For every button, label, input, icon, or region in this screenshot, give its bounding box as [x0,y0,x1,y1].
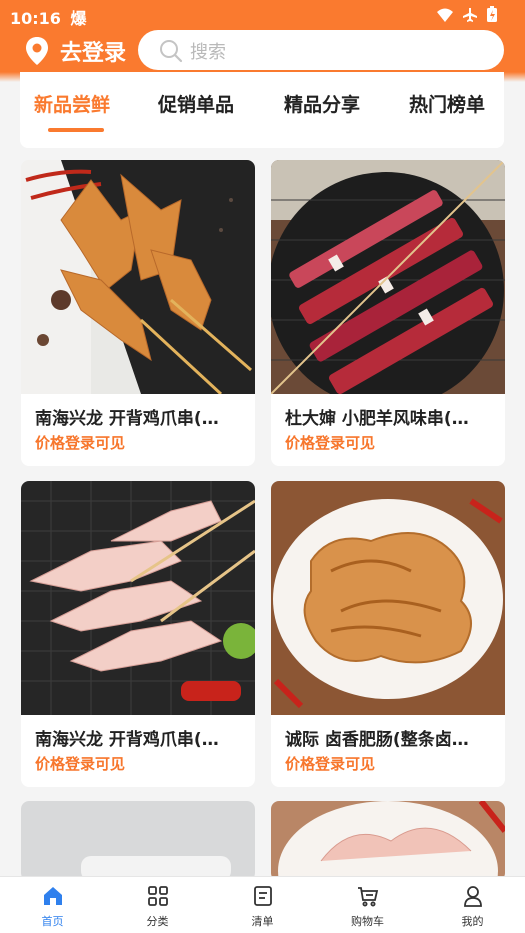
cart-icon [357,885,379,907]
nav-category[interactable]: 分类 [105,877,210,933]
home-icon [42,885,64,907]
search-input[interactable]: 搜索 [138,30,504,70]
product-title: 诚际 卤香肥肠(整条卤… [285,730,469,750]
location-pin-icon[interactable] [24,36,50,66]
nav-cart-label: 购物车 [351,915,384,928]
product-card[interactable]: 杜大婶 小肥羊风味串(… 价格登录可见 [271,160,505,466]
status-time-text: 10:16 [10,9,61,28]
product-image-lamb-skewers[interactable] [271,160,505,394]
product-title: 杜大婶 小肥羊风味串(… [285,409,469,429]
product-price: 价格登录可见 [285,755,376,773]
category-tabs: 新品尝鲜 促销单品 精品分享 热门榜单 [20,72,504,148]
product-image-chicken-feet-raw[interactable] [21,481,255,715]
tab-hot-ranking[interactable]: 热门榜单 [409,90,485,117]
battery-icon [487,6,497,26]
status-icons [437,6,497,26]
product-card[interactable]: 南海兴龙 开背鸡爪串(… 价格登录可见 [21,160,255,466]
product-price: 价格登录可见 [35,755,126,773]
product-image-partial-right[interactable] [271,801,505,881]
status-time: 10:16 爆 [10,5,87,29]
product-title: 南海兴龙 开背鸡爪串(… [35,409,219,429]
product-card[interactable] [271,801,505,881]
status-carrier-glyph: 爆 [70,9,87,28]
grid-icon [147,885,169,907]
product-card[interactable] [21,801,255,881]
nav-list[interactable]: 清单 [210,877,315,933]
search-icon [158,38,184,64]
product-image-braised-intestines[interactable] [271,481,505,715]
product-image-partial-left[interactable] [21,801,255,881]
bottom-navigation: 首页 分类 清单 购物车 我的 [0,876,525,933]
top-bar: 去登录 搜索 [0,30,525,72]
tab-new-arrivals[interactable]: 新品尝鲜 [34,90,110,117]
nav-profile[interactable]: 我的 [420,877,525,933]
product-image-chicken-feet-marinated[interactable] [21,160,255,394]
nav-category-label: 分类 [146,915,169,928]
product-card[interactable]: 诚际 卤香肥肠(整条卤… 价格登录可见 [271,481,505,787]
product-price: 价格登录可见 [35,434,126,452]
nav-profile-label: 我的 [461,915,484,928]
active-tab-indicator [48,128,104,132]
tab-featured[interactable]: 精品分享 [284,90,360,117]
list-icon [252,885,274,907]
wifi-icon [437,7,453,26]
nav-list-label: 清单 [251,915,274,928]
search-placeholder: 搜索 [190,42,226,63]
nav-cart[interactable]: 购物车 [315,877,420,933]
product-title: 南海兴龙 开背鸡爪串(… [35,730,219,750]
status-bar: 10:16 爆 [0,0,525,30]
nav-home-label: 首页 [41,915,64,928]
tab-promotions[interactable]: 促销单品 [158,90,234,117]
airplane-icon [463,7,477,26]
product-card[interactable]: 南海兴龙 开背鸡爪串(… 价格登录可见 [21,481,255,787]
nav-home[interactable]: 首页 [0,877,105,933]
login-link[interactable]: 去登录 [60,35,126,67]
product-price: 价格登录可见 [285,434,376,452]
user-icon [462,885,484,907]
